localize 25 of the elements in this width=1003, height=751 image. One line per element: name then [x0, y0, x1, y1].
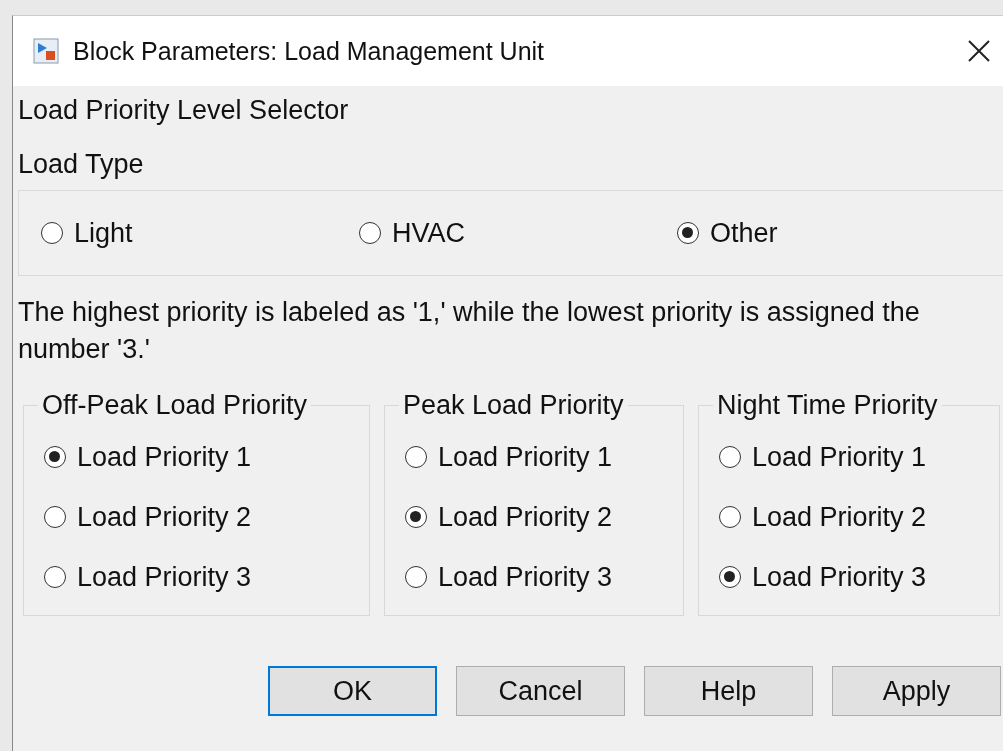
block-icon [33, 38, 59, 64]
group-label: Load Type [18, 148, 145, 181]
group-title: Off-Peak Load Priority [41, 390, 309, 421]
dialog-button[interactable]: Cancel [456, 666, 625, 716]
radio-option[interactable]: Load Priority 2 [44, 487, 357, 547]
close-icon[interactable] [967, 39, 991, 63]
dialog-button[interactable]: Apply [832, 666, 1001, 716]
radio-option[interactable]: Other [677, 217, 995, 249]
window-title: Block Parameters: Load Management Unit [73, 36, 546, 66]
group-title: Night Time Priority [716, 390, 939, 421]
radio-option[interactable]: Light [41, 217, 359, 249]
radio-option[interactable]: Load Priority 3 [44, 547, 357, 607]
radio-option[interactable]: Load Priority 2 [719, 487, 987, 547]
group-title: Peak Load Priority [402, 390, 625, 421]
heading: Load Priority Level Selector [18, 94, 350, 127]
radio-option[interactable]: Load Priority 1 [719, 427, 987, 487]
radio-option[interactable]: HVAC [359, 217, 677, 249]
dialog-button[interactable]: OK [268, 666, 437, 716]
radio-option[interactable]: Load Priority 3 [719, 547, 987, 607]
radio-option[interactable]: Load Priority 3 [405, 547, 671, 607]
description-text: The highest priority is labeled as '1,' while the lowest priority is assigned the number '3.' [18, 296, 921, 366]
dialog-button[interactable]: Help [644, 666, 813, 716]
radio-option[interactable]: Load Priority 2 [405, 487, 671, 547]
radio-option[interactable]: Load Priority 1 [405, 427, 671, 487]
radio-option[interactable]: Load Priority 1 [44, 427, 357, 487]
